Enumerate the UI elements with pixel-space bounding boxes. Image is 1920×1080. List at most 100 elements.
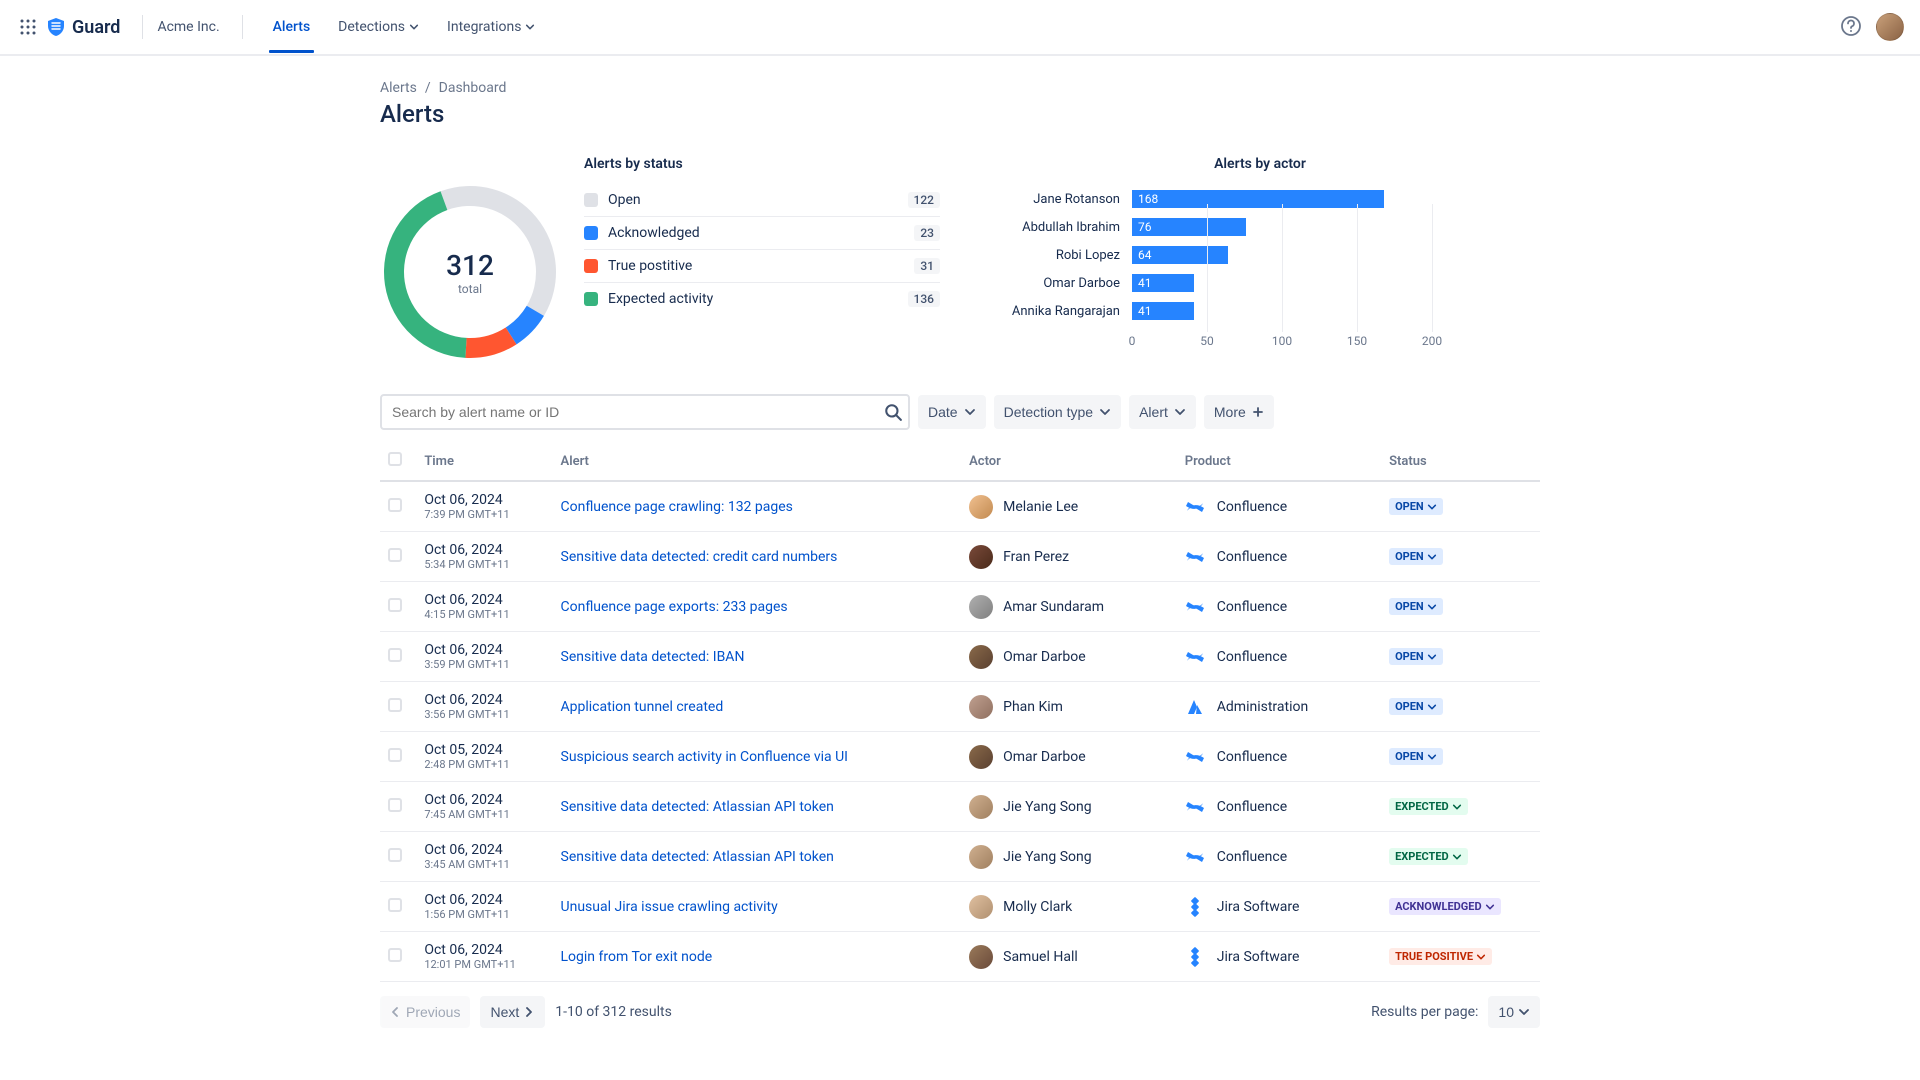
- search-icon[interactable]: [884, 403, 902, 421]
- row-checkbox[interactable]: [388, 798, 402, 812]
- app-switcher-icon[interactable]: [16, 15, 40, 39]
- filter-date[interactable]: Date: [918, 395, 986, 429]
- col-header-product[interactable]: Product: [1177, 442, 1381, 481]
- actor-avatar[interactable]: [969, 945, 993, 969]
- status-badge[interactable]: OPEN: [1389, 698, 1443, 715]
- table-row: Oct 06, 2024 7:45 AM GMT+11 Sensitive da…: [380, 782, 1540, 832]
- row-checkbox[interactable]: [388, 648, 402, 662]
- chevron-down-icon: [1485, 902, 1495, 912]
- status-badge[interactable]: TRUE POSITIVE: [1389, 948, 1492, 965]
- org-name[interactable]: Acme Inc.: [157, 19, 219, 35]
- legend-count: 122: [908, 192, 940, 208]
- confluence-icon: [1185, 747, 1205, 767]
- legend-row[interactable]: Open 122: [584, 184, 940, 217]
- breadcrumb-root[interactable]: Alerts: [380, 80, 417, 96]
- chevron-left-icon: [390, 1006, 402, 1018]
- divider: [242, 15, 243, 39]
- row-checkbox[interactable]: [388, 498, 402, 512]
- col-header-status[interactable]: Status: [1381, 442, 1540, 481]
- legend-row[interactable]: Acknowledged 23: [584, 217, 940, 250]
- row-checkbox[interactable]: [388, 698, 402, 712]
- alert-link[interactable]: Confluence page crawling: 132 pages: [561, 499, 793, 515]
- alert-link[interactable]: Login from Tor exit node: [561, 949, 713, 965]
- status-badge[interactable]: OPEN: [1389, 498, 1443, 515]
- col-header-time[interactable]: Time: [416, 442, 552, 481]
- alert-link[interactable]: Sensitive data detected: Atlassian API t…: [561, 799, 834, 815]
- legend-row[interactable]: True postitive 31: [584, 250, 940, 283]
- actor-avatar[interactable]: [969, 645, 993, 669]
- actor-avatar[interactable]: [969, 845, 993, 869]
- product-name: Confluence: [1217, 649, 1287, 665]
- alert-link[interactable]: Confluence page exports: 233 pages: [561, 599, 788, 615]
- actor-avatar[interactable]: [969, 895, 993, 919]
- search-input[interactable]: [380, 394, 910, 430]
- actor-avatar[interactable]: [969, 695, 993, 719]
- status-badge[interactable]: OPEN: [1389, 598, 1443, 615]
- actor-bar-row[interactable]: Robi Lopez 64: [980, 244, 1540, 266]
- confluence-icon: [1185, 547, 1205, 567]
- status-badge[interactable]: ACKNOWLEDGED: [1389, 898, 1501, 915]
- actor-avatar[interactable]: [969, 595, 993, 619]
- panel-title-status: Alerts by status: [584, 156, 940, 172]
- legend-label: Open: [608, 192, 898, 208]
- actor-bar-row[interactable]: Omar Darboe 41: [980, 272, 1540, 294]
- actor-avatar[interactable]: [969, 795, 993, 819]
- filter-alert[interactable]: Alert: [1129, 395, 1196, 429]
- alert-link[interactable]: Application tunnel created: [561, 699, 724, 715]
- actor-bar-row[interactable]: Jane Rotanson 168: [980, 188, 1540, 210]
- brand[interactable]: Guard: [46, 17, 120, 38]
- alert-link[interactable]: Sensitive data detected: credit card num…: [561, 549, 838, 565]
- col-header-alert[interactable]: Alert: [553, 442, 962, 481]
- actor-avatar[interactable]: [969, 545, 993, 569]
- actor-bar-row[interactable]: Abdullah Ibrahim 76: [980, 216, 1540, 238]
- table-row: Oct 05, 2024 2:48 PM GMT+11 Suspicious s…: [380, 732, 1540, 782]
- legend-row[interactable]: Expected activity 136: [584, 283, 940, 315]
- row-checkbox[interactable]: [388, 748, 402, 762]
- breadcrumb-sep: /: [425, 80, 431, 96]
- next-button[interactable]: Next: [480, 996, 545, 1028]
- alert-link[interactable]: Sensitive data detected: IBAN: [561, 649, 745, 665]
- actor-avatar[interactable]: [969, 745, 993, 769]
- actor-avatar[interactable]: [969, 495, 993, 519]
- help-icon[interactable]: [1840, 15, 1864, 39]
- legend-count: 23: [914, 225, 940, 241]
- status-badge[interactable]: OPEN: [1389, 648, 1443, 665]
- row-date: Oct 06, 2024: [424, 942, 544, 958]
- nav-tab-alerts[interactable]: Alerts: [261, 2, 323, 52]
- nav-tab-integrations[interactable]: Integrations: [435, 2, 547, 52]
- confluence-icon: [1185, 797, 1205, 817]
- nav-tab-detections[interactable]: Detections: [326, 2, 431, 52]
- table-row: Oct 06, 2024 5:34 PM GMT+11 Sensitive da…: [380, 532, 1540, 582]
- actor-name: Amar Sundaram: [1003, 599, 1104, 615]
- row-checkbox[interactable]: [388, 948, 402, 962]
- status-badge[interactable]: OPEN: [1389, 748, 1443, 765]
- per-page-select[interactable]: 10: [1488, 996, 1540, 1028]
- prev-button[interactable]: Previous: [380, 996, 470, 1028]
- select-all-checkbox[interactable]: [388, 452, 402, 466]
- table-row: Oct 06, 2024 3:56 PM GMT+11 Application …: [380, 682, 1540, 732]
- filter-label: Detection type: [1004, 404, 1094, 420]
- row-checkbox[interactable]: [388, 598, 402, 612]
- status-badge[interactable]: OPEN: [1389, 548, 1443, 565]
- row-time: 12:01 PM GMT+11: [424, 958, 544, 971]
- actor-name: Jane Rotanson: [980, 192, 1120, 207]
- user-avatar[interactable]: [1876, 13, 1904, 41]
- alert-link[interactable]: Suspicious search activity in Confluence…: [561, 749, 848, 765]
- table-row: Oct 06, 2024 3:59 PM GMT+11 Sensitive da…: [380, 632, 1540, 682]
- actor-bar-row[interactable]: Annika Rangarajan 41: [980, 300, 1540, 322]
- row-checkbox[interactable]: [388, 898, 402, 912]
- row-date: Oct 06, 2024: [424, 842, 544, 858]
- filter-more[interactable]: More: [1204, 395, 1274, 429]
- confluence-icon: [1185, 497, 1205, 517]
- col-header-actor[interactable]: Actor: [961, 442, 1177, 481]
- legend-label: Acknowledged: [608, 225, 904, 241]
- filter-detection-type[interactable]: Detection type: [994, 395, 1122, 429]
- status-badge[interactable]: EXPECTED: [1389, 798, 1468, 815]
- alert-link[interactable]: Unusual Jira issue crawling activity: [561, 899, 778, 915]
- prev-label: Previous: [406, 1004, 460, 1020]
- status-badge[interactable]: EXPECTED: [1389, 848, 1468, 865]
- alert-link[interactable]: Sensitive data detected: Atlassian API t…: [561, 849, 834, 865]
- row-checkbox[interactable]: [388, 848, 402, 862]
- row-checkbox[interactable]: [388, 548, 402, 562]
- chevron-down-icon: [1174, 406, 1186, 418]
